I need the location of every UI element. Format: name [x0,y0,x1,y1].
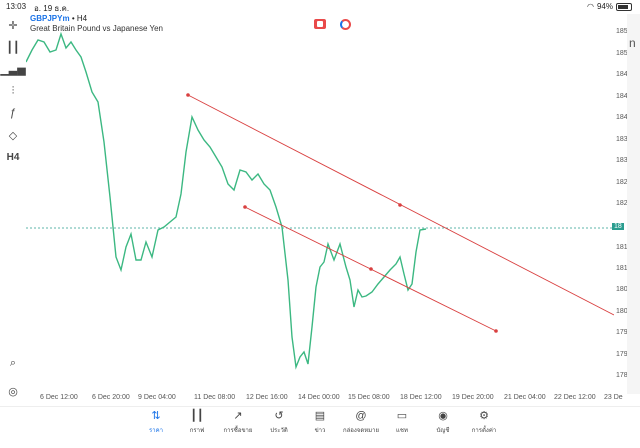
battery-icon [616,2,632,11]
price-label: 184 [616,114,628,121]
history-icon: ↺ [274,410,284,422]
price-label: 185 [616,50,628,57]
tab-account[interactable]: ◉ บัญชี [423,409,463,435]
app-logo-icon[interactable]: ◎ [4,382,22,400]
trend-point [494,329,498,333]
trend-point [369,267,373,271]
time-label: 6 Dec 12:00 [40,394,78,401]
trend-point [186,93,190,97]
price-label: 182 [616,200,628,207]
zoom-search-icon[interactable]: ⌕ [4,354,22,372]
price-label: 179 [616,329,628,336]
price-label: 180 [616,308,628,315]
status-time: 13:03 [6,2,27,11]
tab-trade[interactable]: ↗ การซื้อขาย [218,409,258,435]
tab-history[interactable]: ↺ ประวัติ [259,409,299,435]
symbol-timeframe: • H4 [71,14,88,23]
symbol-description: Great Britain Pound vs Japanese Yen [30,24,163,33]
price-label: 181 [616,244,628,251]
trade-icon: ↗ [233,410,243,422]
news-icon: ▤ [314,410,326,422]
shapes-icon[interactable]: ◇ [4,126,22,144]
quotes-icon: ⇅ [151,410,161,422]
chart-area[interactable] [26,12,614,392]
symbol-ticker: GBPJPYm [30,14,70,23]
price-label: 183 [616,157,628,164]
tab-chat[interactable]: ▭ แชท [382,409,422,435]
price-label: 179 [616,351,628,358]
wifi-icon: ◠ [587,2,594,11]
price-label: 184 [616,93,628,100]
bars-icon[interactable]: ▁▃▅ [0,60,25,78]
price-label: 180 [616,286,628,293]
trend-point [398,203,402,207]
price-line [26,31,427,370]
time-label: 22 Dec 12:00 [554,394,596,401]
settings-icon: ⚙ [479,410,489,422]
time-label: 6 Dec 20:00 [92,394,130,401]
price-label: 184 [616,71,628,78]
status-bar: 13:03 อ. 19 ธ.ค. ◠ 94% [0,0,640,13]
time-label: 15 Dec 08:00 [348,394,390,401]
signal-badge-icon[interactable] [340,19,351,30]
mail-icon: @ [355,410,367,422]
chat-icon: ▭ [396,410,408,422]
tab-quotes[interactable]: ⇅ ราคา [136,409,176,435]
time-label: 14 Dec 00:00 [298,394,340,401]
trend-point [243,205,247,209]
price-label: 183 [616,136,628,143]
time-label: 9 Dec 04:00 [138,394,176,401]
price-label: 178 [616,372,628,379]
time-label: 23 De [604,394,623,401]
trade-badge-icon[interactable] [314,19,326,29]
time-label: 19 Dec 20:00 [452,394,494,401]
price-chart[interactable] [26,12,614,392]
side-panel-letter: n [629,36,636,50]
price-label: 182 [616,179,628,186]
time-axis: 6 Dec 12:00 6 Dec 20:00 9 Dec 04:00 11 D… [26,392,626,406]
battery-percent: 94% [596,2,613,11]
account-icon: ◉ [438,410,448,422]
function-icon[interactable]: ƒ [4,104,22,122]
tab-news[interactable]: ▤ ข่าว [300,409,340,435]
timeframe-button[interactable]: H4 [4,148,22,166]
price-label: 181 [616,265,628,272]
indicators-icon[interactable]: ⫶ [4,82,22,100]
left-toolbar: ✛ ┃┃ ▁▃▅ ⫶ ƒ ◇ H4 ⌕ ◎ [0,12,26,407]
chart-icon: ┃┃ [190,410,204,422]
tab-chart[interactable]: ┃┃ กราฟ [177,409,217,435]
time-label: 18 Dec 12:00 [400,394,442,401]
crosshair-icon[interactable]: ✛ [4,16,22,34]
price-label: 185 [616,28,628,35]
time-label: 21 Dec 04:00 [504,394,546,401]
candles-icon[interactable]: ┃┃ [4,38,22,56]
bottom-tab-bar: ⇅ ราคา ┃┃ กราฟ ↗ การซื้อขาย ↺ ประวัติ ▤ ข่าว … [0,406,640,448]
time-label: 12 Dec 16:00 [246,394,288,401]
time-label: 11 Dec 08:00 [194,394,236,401]
status-right: ◠ 94% [587,2,632,11]
tab-mail[interactable]: @ กล่องจดหมาย [341,409,381,435]
symbol-header[interactable]: GBPJPYm • H4 Great Britain Pound vs Japa… [30,14,163,33]
tab-settings[interactable]: ⚙ การตั้งค่า [464,409,504,435]
side-news-panel[interactable]: n [627,14,640,394]
current-price-badge: 18 [612,223,624,230]
